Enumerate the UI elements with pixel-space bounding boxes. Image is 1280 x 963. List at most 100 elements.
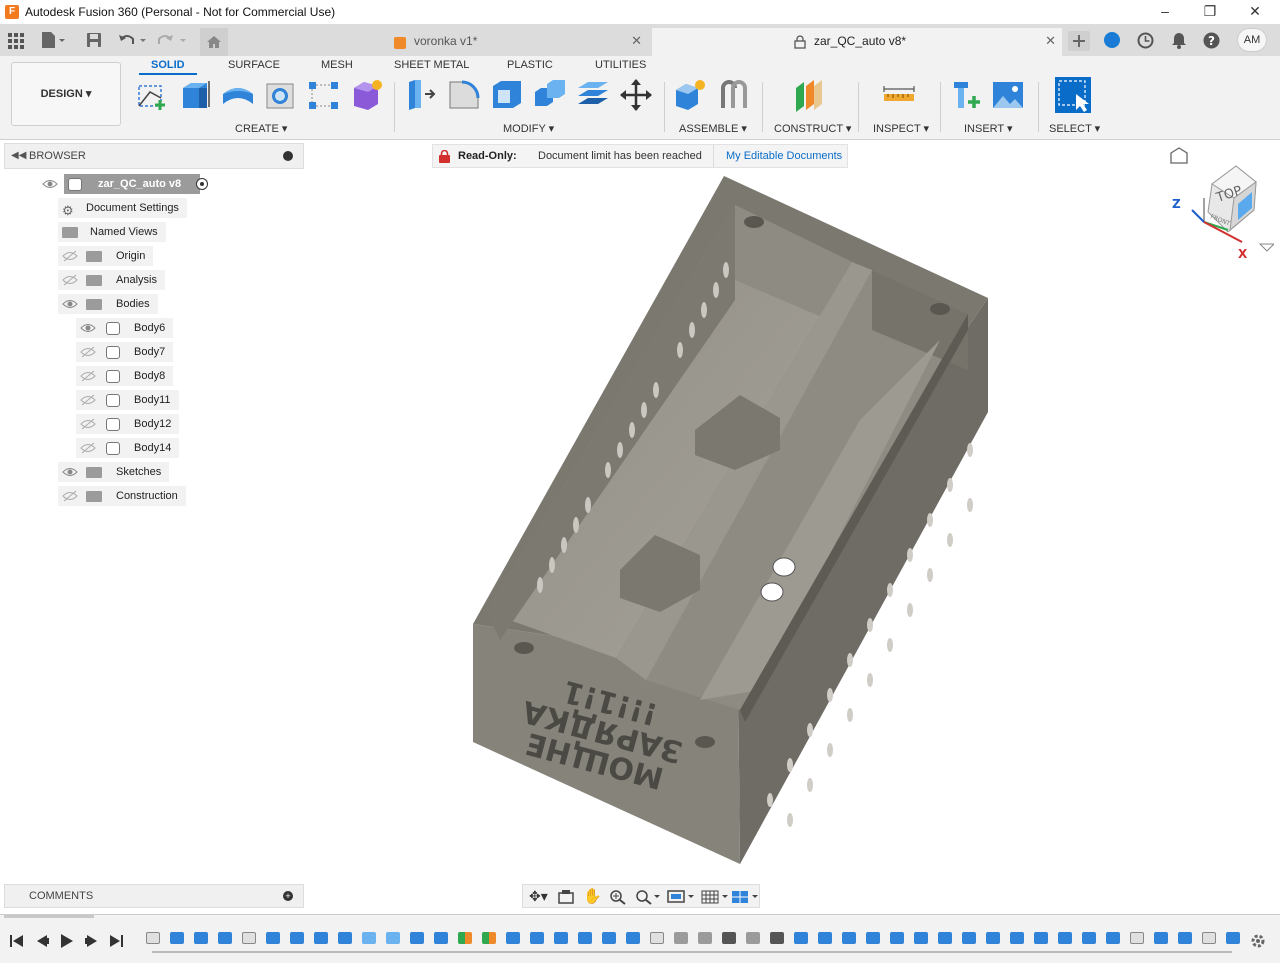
hole-icon[interactable]	[264, 78, 298, 112]
pan-hand-icon[interactable]: ✋	[583, 887, 602, 905]
timeline-feature-shell-icon[interactable]	[362, 932, 376, 944]
tree-item-body12[interactable]: Body12	[76, 414, 226, 434]
tab-utilities[interactable]: UTILITIES	[595, 59, 646, 71]
insert-mcmaster-icon[interactable]	[948, 78, 982, 112]
create-sketch-icon[interactable]	[136, 78, 170, 112]
timeline-feature-extrude-icon[interactable]	[1106, 932, 1120, 944]
timeline-feature-extrude-icon[interactable]	[1082, 932, 1096, 944]
tab-voronka[interactable]: voronka v1* ✕	[232, 28, 648, 56]
extrude-icon[interactable]	[179, 78, 213, 112]
timeline-feature-extrude-icon[interactable]	[866, 932, 880, 944]
timeline-feature-plane-icon[interactable]	[458, 932, 472, 944]
construct-group-label[interactable]: CONSTRUCT ▾	[774, 122, 851, 135]
hidden-eye-icon[interactable]	[80, 394, 96, 406]
tab-mesh[interactable]: MESH	[321, 59, 353, 71]
timeline-feature-sketch-icon[interactable]	[242, 932, 256, 944]
timeline-feature-sketch-icon[interactable]	[650, 932, 664, 944]
create-group-label[interactable]: CREATE ▾	[235, 122, 287, 135]
look-at-icon[interactable]	[557, 889, 575, 905]
comments-panel-header[interactable]: COMMENTS +	[4, 884, 304, 908]
create-form-icon[interactable]	[350, 78, 384, 112]
timeline-feature-extrude-icon[interactable]	[1034, 932, 1048, 944]
view-cube[interactable]: TOP FRONT Z X	[1164, 146, 1274, 260]
tree-item-analysis[interactable]: Analysis	[38, 270, 238, 290]
tree-root[interactable]: zar_QC_auto v8	[18, 174, 218, 194]
3d-viewport[interactable]: МОЩНЕ ЗАРЯДКА !!!1!1 TOP FRONT Z X	[304, 140, 1280, 910]
my-editable-documents-link[interactable]: My Editable Documents	[726, 145, 842, 167]
tab-plastic[interactable]: PLASTIC	[507, 59, 553, 71]
joint-icon[interactable]	[717, 78, 751, 112]
viewports-icon[interactable]	[731, 889, 759, 905]
timeline-feature-move-icon[interactable]	[722, 932, 736, 944]
pattern-icon[interactable]	[307, 78, 341, 112]
timeline-feature-extrude-icon[interactable]	[170, 932, 184, 944]
timeline-feature-extrude-icon[interactable]	[626, 932, 640, 944]
timeline-feature-extrude-icon[interactable]	[290, 932, 304, 944]
hidden-eye-icon[interactable]	[62, 490, 78, 502]
timeline-feature-extrude-icon[interactable]	[410, 932, 424, 944]
timeline-feature-extrude-icon[interactable]	[1178, 932, 1192, 944]
minimize-button[interactable]: –	[1142, 0, 1188, 24]
new-tab-icon[interactable]	[1068, 31, 1090, 51]
timeline-feature-extrude-icon[interactable]	[890, 932, 904, 944]
collapse-panel-icon[interactable]: ◀◀	[11, 144, 26, 168]
fit-icon[interactable]	[635, 889, 661, 905]
timeline-feature-extrude-icon[interactable]	[1058, 932, 1072, 944]
home-view-icon[interactable]	[1170, 147, 1188, 164]
select-tool-icon[interactable]	[1054, 76, 1092, 114]
tab-sheet-metal[interactable]: SHEET METAL	[394, 59, 469, 71]
viewcube-menu-icon[interactable]	[1258, 243, 1274, 252]
visibility-eye-icon[interactable]	[62, 298, 78, 310]
hidden-eye-icon[interactable]	[62, 250, 78, 262]
select-group-label[interactable]: SELECT ▾	[1049, 122, 1100, 135]
model-view[interactable]: МОЩНЕ ЗАРЯДКА !!!1!1	[304, 140, 1280, 910]
move-copy-icon[interactable]	[619, 78, 653, 112]
close-tab-icon[interactable]: ✕	[631, 28, 642, 54]
hidden-eye-icon[interactable]	[80, 418, 96, 430]
timeline-feature-extrude-icon[interactable]	[554, 932, 568, 944]
step-back-icon[interactable]	[35, 935, 49, 947]
timeline-settings-gear-icon[interactable]	[1250, 933, 1266, 949]
measure-icon[interactable]	[882, 78, 916, 112]
tree-item-construction[interactable]: Construction	[38, 486, 238, 506]
zoom-icon[interactable]	[609, 889, 627, 905]
notifications-bell-icon[interactable]	[1171, 32, 1187, 49]
timeline-feature-joint-icon[interactable]	[674, 932, 688, 944]
tab-solid[interactable]: SOLID	[139, 59, 197, 75]
hidden-eye-icon[interactable]	[80, 346, 96, 358]
tree-item-body7[interactable]: Body7	[76, 342, 226, 362]
tree-item-body8[interactable]: Body8	[76, 366, 226, 386]
tab-zar-qc-auto[interactable]: zar_QC_auto v8* ✕	[652, 28, 1062, 56]
revolve-icon[interactable]	[221, 78, 255, 112]
timeline-feature-extrude-icon[interactable]	[938, 932, 952, 944]
timeline-feature-extrude-icon[interactable]	[194, 932, 208, 944]
timeline-feature-move-icon[interactable]	[770, 932, 784, 944]
timeline-feature-joint-icon[interactable]	[746, 932, 760, 944]
timeline-feature-extrude-icon[interactable]	[914, 932, 928, 944]
visibility-eye-icon[interactable]	[62, 466, 78, 478]
timeline-feature-sketch-icon[interactable]	[1130, 932, 1144, 944]
timeline-feature-shell-icon[interactable]	[386, 932, 400, 944]
redo-icon[interactable]	[158, 32, 190, 48]
timeline-feature-extrude-icon[interactable]	[338, 932, 352, 944]
tree-item-bodies[interactable]: Bodies	[38, 294, 238, 314]
timeline-feature-extrude-icon[interactable]	[578, 932, 592, 944]
activate-radio-icon[interactable]	[196, 178, 208, 190]
timeline-feature-joint-icon[interactable]	[698, 932, 712, 944]
save-icon[interactable]	[86, 32, 102, 48]
timeline-feature-sketch-icon[interactable]	[1202, 932, 1216, 944]
undo-icon[interactable]	[118, 32, 150, 48]
home-tab[interactable]	[200, 28, 228, 56]
offset-plane-icon[interactable]	[792, 78, 826, 112]
close-tab-icon[interactable]: ✕	[1045, 28, 1056, 54]
timeline-feature-extrude-icon[interactable]	[1226, 932, 1240, 944]
hidden-eye-icon[interactable]	[80, 442, 96, 454]
timeline-feature-extrude-icon[interactable]	[1154, 932, 1168, 944]
user-avatar[interactable]: AM	[1237, 28, 1267, 52]
offset-face-icon[interactable]	[576, 78, 610, 112]
display-settings-icon[interactable]	[667, 889, 695, 905]
timeline-feature-extrude-icon[interactable]	[266, 932, 280, 944]
orbit-icon[interactable]: ✥▾	[529, 888, 548, 905]
visibility-eye-icon[interactable]	[42, 178, 58, 190]
modify-group-label[interactable]: MODIFY ▾	[503, 122, 554, 135]
